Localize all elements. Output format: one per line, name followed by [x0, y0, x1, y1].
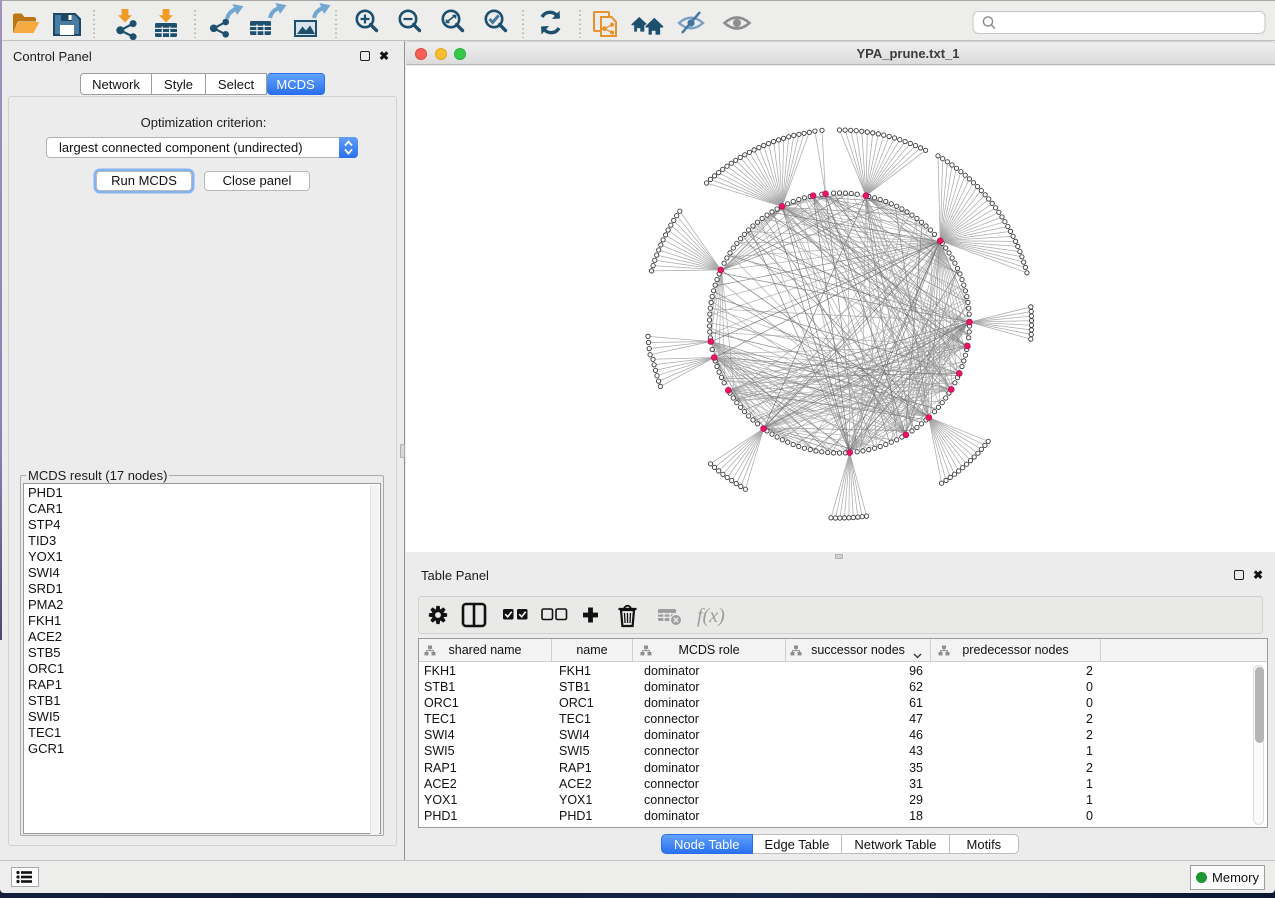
svg-text:f(x): f(x) [697, 605, 725, 627]
